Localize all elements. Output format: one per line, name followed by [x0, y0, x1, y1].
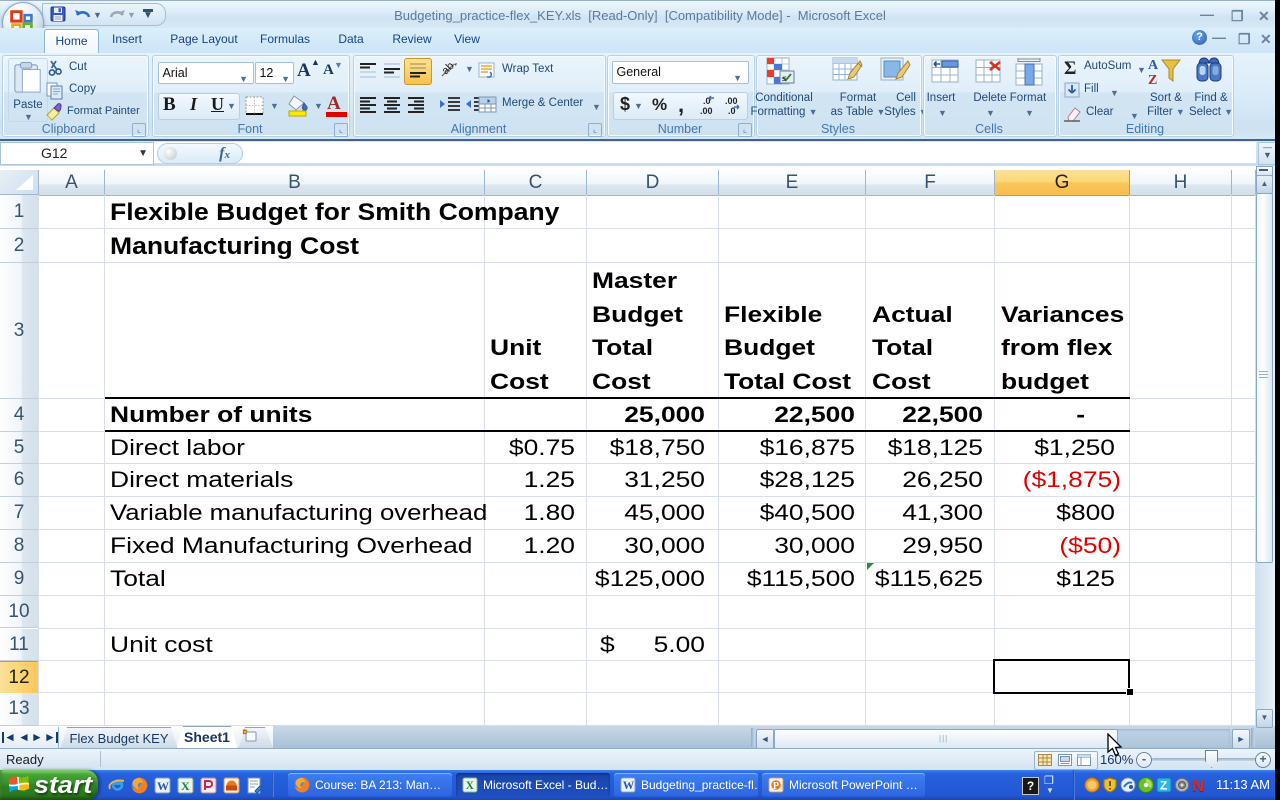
svg-text:X: X [181, 779, 190, 793]
svg-text:W: W [623, 780, 635, 792]
svg-text:.00: .00 [700, 106, 713, 116]
svg-text:A: A [1148, 58, 1159, 73]
svg-text:X: X [466, 780, 475, 792]
svg-text:.00: .00 [725, 96, 738, 106]
svg-text:ab: ab [440, 60, 457, 77]
svg-text:W: W [157, 779, 169, 793]
svg-text:Z: Z [1148, 73, 1157, 88]
svg-text:Z: Z [1160, 779, 1167, 793]
svg-text:≤: ≤ [782, 74, 787, 83]
svg-text:P: P [773, 781, 780, 792]
